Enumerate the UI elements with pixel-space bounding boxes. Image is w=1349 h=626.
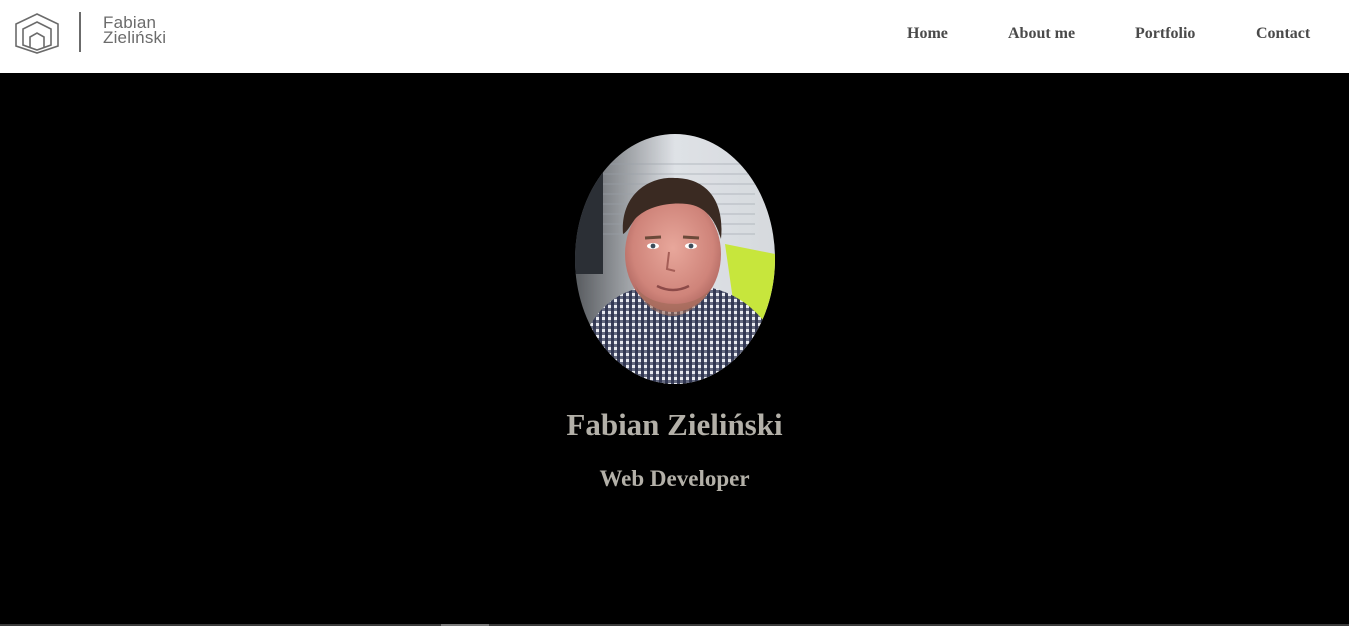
hero-role: Web Developer	[599, 466, 750, 491]
nav-portfolio[interactable]: Portfolio	[1135, 25, 1195, 43]
hero-name: Fabian Zieliński	[566, 407, 783, 442]
brand-last-name: Zieliński	[103, 28, 167, 47]
hexagon-house-icon[interactable]	[13, 12, 61, 54]
brand-name[interactable]: Fabian Zieliński	[103, 14, 167, 47]
nav-home[interactable]: Home	[907, 25, 948, 43]
logo-divider	[79, 12, 81, 52]
profile-photo	[575, 134, 775, 384]
nav-about-me[interactable]: About me	[1008, 25, 1075, 43]
site-header: Fabian Zieliński Home About me Portfolio…	[0, 0, 1349, 73]
hero-section: Fabian Zieliński Web Developer	[0, 73, 1349, 624]
nav-contact[interactable]: Contact	[1256, 25, 1310, 43]
